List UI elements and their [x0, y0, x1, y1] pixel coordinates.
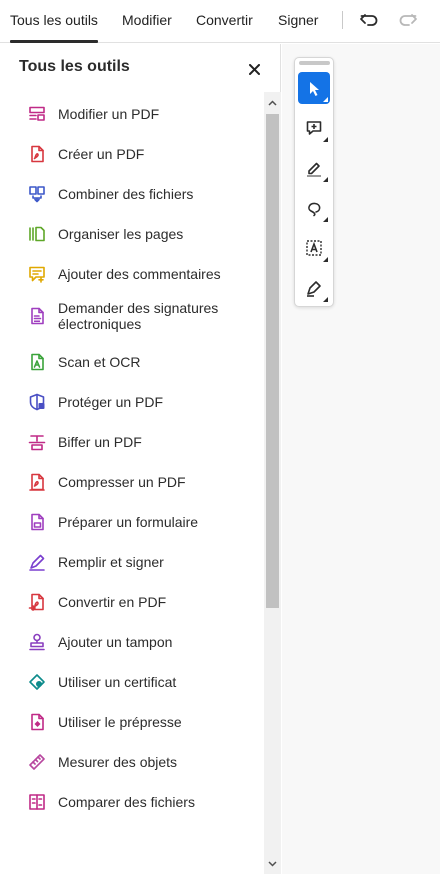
protect-pdf-icon — [28, 393, 46, 411]
tab-all-tools[interactable]: Tous les outils — [10, 12, 98, 28]
scroll-up-icon[interactable] — [264, 94, 281, 111]
tool-item[interactable]: Utiliser un certificat — [0, 670, 264, 694]
cursor-icon — [305, 79, 323, 97]
fill-sign-icon — [28, 553, 46, 571]
stamp-icon — [28, 633, 46, 651]
tool-item[interactable]: Compresser un PDF — [0, 470, 264, 494]
tab-convert[interactable]: Convertir — [196, 12, 253, 28]
submenu-indicator-icon — [323, 97, 328, 102]
tool-list: Exporter un PDFModifier un PDFCréer un P… — [0, 92, 264, 874]
tool-label: Mesurer des objets — [58, 754, 178, 770]
submenu-indicator-icon — [323, 257, 328, 262]
tool-label: Comparer des fichiers — [58, 794, 195, 810]
tool-label: Demander des signatures électroniques — [58, 300, 219, 332]
sign-tool-button[interactable] — [298, 272, 330, 304]
tool-item[interactable]: Convertir en PDF — [0, 590, 264, 614]
prepare-form-icon — [28, 513, 46, 531]
tool-label: Remplir et signer — [58, 554, 164, 570]
submenu-indicator-icon — [323, 297, 328, 302]
comment-plus-icon — [305, 119, 323, 137]
active-tab-indicator — [10, 40, 98, 43]
tool-label: Scan et OCR — [58, 354, 141, 370]
submenu-indicator-icon — [323, 217, 328, 222]
redo-icon[interactable] — [396, 9, 420, 31]
tool-item[interactable]: Organiser les pages — [0, 222, 264, 246]
tab-sign[interactable]: Signer — [278, 12, 318, 28]
tool-item[interactable]: Comparer des fichiers — [0, 790, 264, 814]
toolbar-grip[interactable] — [299, 61, 330, 65]
freehand-icon — [305, 199, 323, 217]
quick-tools-toolbar — [294, 57, 334, 307]
tool-item[interactable]: Remplir et signer — [0, 550, 264, 574]
tool-item[interactable]: Combiner des fichiers — [0, 182, 264, 206]
tool-item[interactable]: Préparer un formulaire — [0, 510, 264, 534]
tool-item[interactable]: Mesurer des objets — [0, 750, 264, 774]
request-signature-icon — [28, 307, 46, 325]
nav-divider — [342, 11, 343, 29]
scroll-thumb[interactable] — [266, 114, 279, 608]
tool-item[interactable]: Ajouter un tampon — [0, 630, 264, 654]
tool-label: Ajouter des commentaires — [58, 266, 221, 282]
redact-pdf-icon — [28, 433, 46, 451]
top-navigation: Tous les outils Modifier Convertir Signe… — [0, 0, 440, 43]
tab-edit[interactable]: Modifier — [122, 12, 172, 28]
tool-item[interactable]: Scan et OCR — [0, 350, 264, 374]
highlight-tool-button[interactable] — [298, 152, 330, 184]
scan-ocr-icon — [28, 353, 46, 371]
compare-files-icon — [28, 793, 46, 811]
tool-item[interactable]: Biffer un PDF — [0, 430, 264, 454]
tool-label: Protéger un PDF — [58, 394, 164, 410]
tool-label: Biffer un PDF — [58, 434, 142, 450]
tool-label: Préparer un formulaire — [58, 514, 199, 530]
measure-icon — [28, 753, 46, 771]
highlighter-icon — [305, 159, 323, 177]
tool-item[interactable]: Modifier un PDF — [0, 102, 264, 126]
scroll-down-icon[interactable] — [264, 855, 281, 872]
create-pdf-icon — [28, 145, 46, 163]
tool-label: Compresser un PDF — [58, 474, 186, 490]
tool-label: Combiner des fichiers — [58, 186, 194, 202]
close-icon[interactable] — [246, 61, 262, 77]
organize-pages-icon — [28, 225, 46, 243]
tool-item[interactable]: Protéger un PDF — [0, 390, 264, 414]
tool-item[interactable]: Demander des signatures électroniques — [0, 298, 264, 334]
combine-files-icon — [28, 185, 46, 203]
tool-label: Convertir en PDF — [58, 594, 167, 610]
comment-icon — [28, 265, 46, 283]
tool-label: Utiliser le prépresse — [58, 714, 182, 730]
add-comment-tool-button[interactable] — [298, 112, 330, 144]
tool-item[interactable]: Ajouter des commentaires — [0, 262, 264, 286]
submenu-indicator-icon — [323, 137, 328, 142]
compress-pdf-icon — [28, 473, 46, 491]
tool-label: Utiliser un certificat — [58, 674, 177, 690]
certificate-icon — [28, 673, 46, 691]
tool-item[interactable]: Utiliser le prépresse — [0, 710, 264, 734]
scrollbar[interactable] — [264, 92, 281, 874]
tool-label: Modifier un PDF — [58, 106, 160, 122]
tool-label: Organiser les pages — [58, 226, 184, 242]
text-box-icon — [305, 239, 323, 257]
undo-icon[interactable] — [357, 9, 381, 31]
draw-tool-button[interactable] — [298, 192, 330, 224]
panel-title: Tous les outils — [19, 58, 130, 75]
submenu-indicator-icon — [323, 177, 328, 182]
text-tool-button[interactable] — [298, 232, 330, 264]
prepress-icon — [28, 713, 46, 731]
pen-sign-icon — [305, 279, 323, 297]
tool-label: Créer un PDF — [58, 146, 145, 162]
all-tools-panel: Tous les outils Exporter un PDFModifier … — [0, 44, 281, 874]
convert-pdf-icon — [28, 593, 46, 611]
edit-pdf-icon — [28, 105, 46, 123]
tool-label: Ajouter un tampon — [58, 634, 173, 650]
tool-item[interactable]: Créer un PDF — [0, 142, 264, 166]
select-tool-button[interactable] — [298, 72, 330, 104]
